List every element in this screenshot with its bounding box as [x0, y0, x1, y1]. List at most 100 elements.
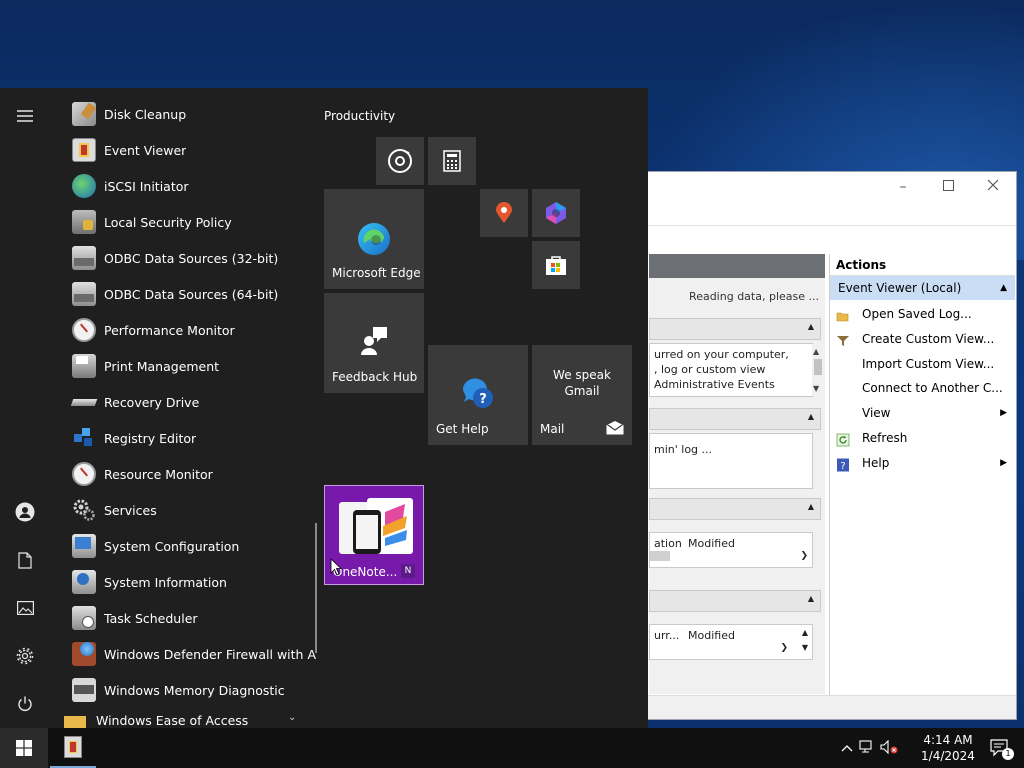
app-odbc-32[interactable]: ODBC Data Sources (32-bit) [56, 240, 316, 276]
onenote-preview-image [333, 494, 417, 560]
security-policy-icon [72, 210, 96, 234]
documents-icon[interactable] [10, 545, 40, 575]
action-create-custom-view[interactable]: Create Custom View... [830, 327, 1015, 352]
app-system-configuration[interactable]: System Configuration [56, 528, 316, 564]
windows-logo-icon [16, 740, 32, 756]
chevron-up-icon[interactable] [838, 741, 856, 755]
iscsi-icon [72, 174, 96, 198]
tile-calculator[interactable] [428, 137, 476, 185]
tile-maps[interactable] [480, 189, 528, 237]
app-odbc-64[interactable]: ODBC Data Sources (64-bit) [56, 276, 316, 312]
summary-pane: Reading data, please ... ▲ urred on your… [649, 254, 825, 694]
filter-icon [836, 332, 850, 346]
tile-groove-music[interactable] [376, 137, 424, 185]
user-account-icon[interactable] [10, 497, 40, 527]
actions-pane: Actions Event Viewer (Local) ▲ Open Save… [829, 254, 1015, 696]
close-icon[interactable] [983, 178, 1003, 196]
app-list-scrollbar[interactable] [315, 523, 317, 653]
window-titlebar[interactable]: – [641, 172, 1016, 202]
svg-text:?: ? [840, 461, 845, 472]
disk-cleanup-icon [72, 102, 97, 126]
app-local-security-policy[interactable]: Local Security Policy [56, 204, 316, 240]
tile-get-help[interactable]: ? Get Help [428, 345, 528, 445]
taskbar-clock[interactable]: 4:14 AM 1/4/2024 [918, 732, 978, 764]
settings-gear-icon[interactable] [10, 641, 40, 671]
taskbar-event-viewer[interactable] [50, 728, 96, 768]
app-disk-cleanup[interactable]: Disk Cleanup [56, 96, 316, 132]
overview-text: urred on your computer, , log or custom … [649, 343, 824, 397]
app-windows-memory-diagnostic[interactable]: Windows Memory Diagnostic [56, 672, 316, 708]
open-folder-icon [836, 307, 850, 322]
system-information-icon [72, 570, 96, 594]
action-connect-computer[interactable]: Connect to Another C... [830, 376, 1015, 401]
menu-bar[interactable] [641, 202, 1016, 226]
services-icon [72, 498, 96, 522]
odbc-icon [72, 246, 96, 270]
minimize-icon[interactable]: – [893, 178, 913, 196]
get-help-icon: ? [458, 373, 498, 413]
task-scheduler-icon [72, 606, 96, 630]
recent-views-table[interactable]: ation Modified ❯ [649, 532, 813, 568]
clock-date: 1/4/2024 [921, 749, 975, 763]
pictures-icon[interactable] [10, 593, 40, 623]
app-event-viewer[interactable]: Event Viewer [56, 132, 316, 168]
action-view[interactable]: View ▶ [830, 401, 1015, 426]
app-windows-defender-firewall[interactable]: Windows Defender Firewall with Ad... [56, 636, 316, 672]
volume-muted-icon[interactable] [878, 739, 900, 757]
event-viewer-icon [64, 736, 82, 758]
tile-microsoft-edge[interactable]: Microsoft Edge [324, 189, 424, 289]
app-system-information[interactable]: System Information [56, 564, 316, 600]
memory-diagnostic-icon [72, 678, 96, 702]
network-icon[interactable] [856, 739, 878, 757]
app-print-management[interactable]: Print Management [56, 348, 316, 384]
action-center-icon[interactable]: 1 [990, 738, 1014, 760]
tile-mail[interactable]: We speak Gmail Mail [532, 345, 632, 445]
power-icon[interactable] [10, 689, 40, 719]
app-task-scheduler[interactable]: Task Scheduler [56, 600, 316, 636]
system-configuration-icon [72, 534, 96, 558]
app-folder-windows-ease-of-access[interactable]: Windows Ease of Access ⌄ [56, 708, 316, 728]
action-help[interactable]: ? Help ▶ [830, 451, 1015, 476]
action-refresh[interactable]: Refresh [830, 426, 1015, 451]
status-bar [641, 695, 1016, 719]
groove-music-icon [376, 137, 424, 185]
microsoft-365-icon [532, 189, 580, 237]
chevron-down-icon[interactable]: ⌄ [288, 712, 296, 723]
clock-time: 4:14 AM [923, 733, 973, 747]
tile-microsoft-store[interactable] [532, 241, 580, 289]
resource-monitor-icon [72, 462, 96, 486]
app-recovery-drive[interactable]: Recovery Drive [56, 384, 316, 420]
refresh-icon [836, 431, 850, 447]
collapse-icon: ▲ [1000, 283, 1007, 293]
system-tray [838, 728, 900, 768]
maximize-icon[interactable] [938, 178, 958, 196]
svg-text:?: ? [479, 392, 487, 407]
tile-feedback-hub[interactable]: Feedback Hub [324, 293, 424, 393]
recovery-drive-icon [70, 390, 98, 414]
taskbar: 4:14 AM 1/4/2024 1 [0, 728, 1024, 768]
app-resource-monitor[interactable]: Resource Monitor [56, 456, 316, 492]
summary-section-header[interactable]: ▲ [649, 408, 821, 430]
overview-section-header[interactable]: ▲ [649, 318, 821, 340]
overview-scrollbar[interactable]: ▲ ▼ [812, 344, 824, 396]
action-import-custom-view[interactable]: Import Custom View... [830, 352, 1015, 377]
app-performance-monitor[interactable]: Performance Monitor [56, 312, 316, 348]
log-summary-table[interactable]: urr... Modified ▲ ▼ ❯ [649, 624, 813, 660]
log-summary-header[interactable]: ▲ [649, 590, 821, 612]
feedback-hub-icon [354, 319, 394, 359]
start-rail [0, 88, 50, 728]
tile-microsoft-365[interactable] [532, 189, 580, 237]
action-open-saved-log[interactable]: Open Saved Log... [830, 302, 1015, 327]
tile-group-heading[interactable]: Productivity [324, 109, 395, 123]
registry-editor-icon [72, 426, 96, 450]
app-registry-editor[interactable]: Registry Editor [56, 420, 316, 456]
hamburger-menu-icon[interactable] [10, 101, 40, 131]
actions-selected-node[interactable]: Event Viewer (Local) ▲ [830, 276, 1015, 300]
recent-views-header[interactable]: ▲ [649, 498, 821, 520]
start-button[interactable] [0, 728, 48, 768]
summary-text: min' log ... [649, 433, 813, 489]
app-services[interactable]: Services [56, 492, 316, 528]
mouse-cursor-icon [330, 558, 343, 579]
event-viewer-icon [72, 138, 96, 162]
app-iscsi-initiator[interactable]: iSCSI Initiator [56, 168, 316, 204]
